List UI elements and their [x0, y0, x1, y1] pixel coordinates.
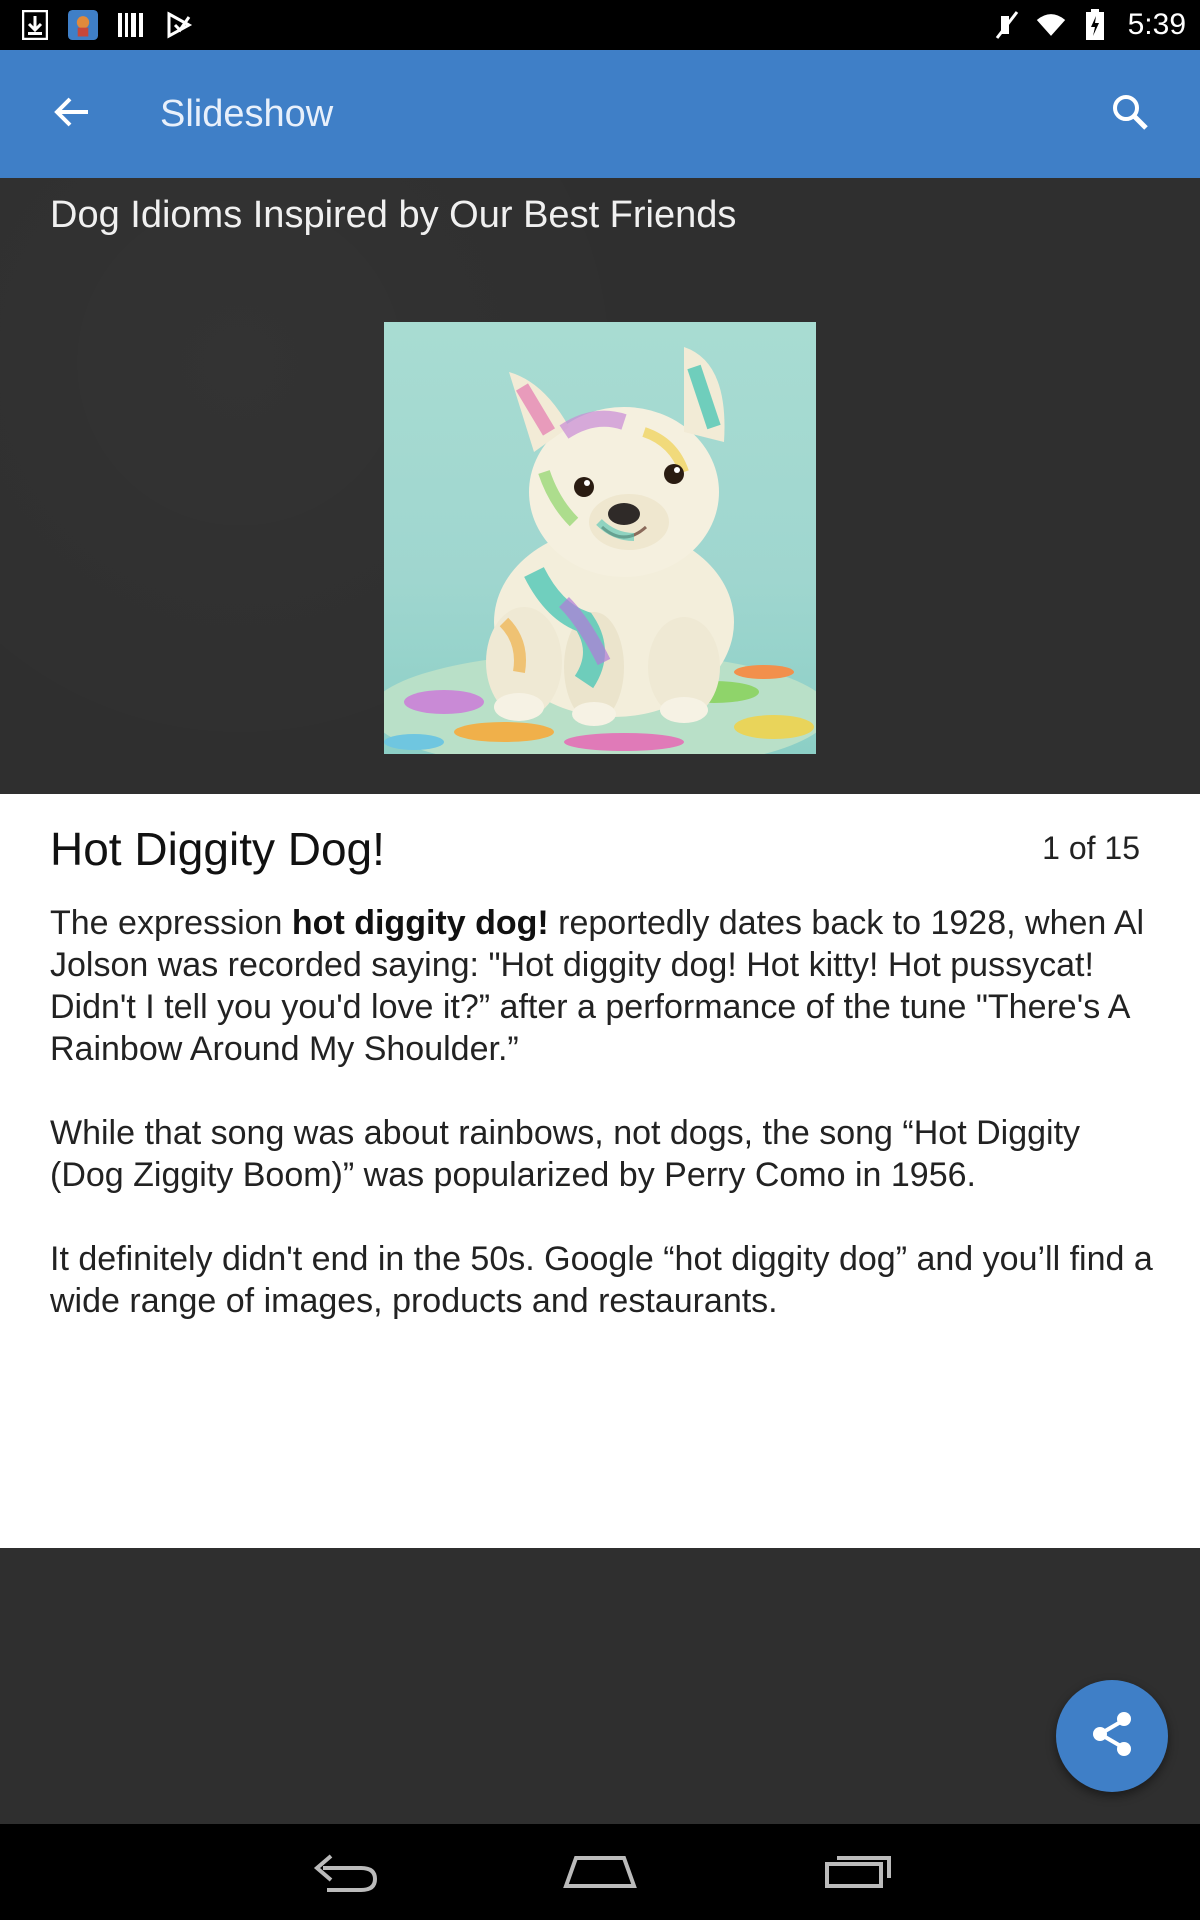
slide-image[interactable] [384, 322, 816, 754]
lower-background [0, 1548, 1200, 1824]
mute-icon [992, 10, 1022, 40]
download-icon [20, 10, 50, 40]
recents-nav-icon [823, 1850, 893, 1895]
recents-nav-button[interactable] [808, 1838, 908, 1906]
share-icon [1090, 1710, 1134, 1763]
status-time: 5:39 [1127, 8, 1186, 41]
search-icon [1111, 93, 1149, 136]
slide-paragraph-2: While that song was about rainbows, not … [50, 1114, 1081, 1194]
app-bar: Slideshow [0, 50, 1200, 178]
barcode-icon [116, 10, 146, 40]
slide-paragraph-3: It definitely didn't end in the 50s. Goo… [50, 1240, 1153, 1320]
search-button[interactable] [1094, 78, 1166, 150]
slideshow-hero: Dog Idioms Inspired by Our Best Friends [0, 178, 1200, 794]
slide-heading: Hot Diggity Dog! [50, 823, 385, 875]
status-right-icons: 5:39 [992, 8, 1186, 42]
paragraph-text: The expression [50, 904, 292, 942]
home-nav-button[interactable] [550, 1838, 650, 1906]
wifi-icon [1036, 10, 1066, 40]
share-button[interactable] [1056, 1680, 1168, 1792]
app-notification-icon [68, 10, 98, 40]
slide-body: The expression hot diggity dog! reported… [50, 902, 1160, 1364]
slide-content-card: Hot Diggity Dog! 1 of 15 The expression … [0, 794, 1200, 1548]
back-button[interactable] [36, 78, 108, 150]
back-nav-icon [309, 1848, 379, 1897]
play-store-icon [164, 10, 194, 40]
slide-paragraph-1: The expression hot diggity dog! reported… [50, 902, 1160, 1070]
app-title: Slideshow [160, 92, 334, 135]
puppy-illustration [384, 347, 816, 754]
slideshow-title: Dog Idioms Inspired by Our Best Friends [50, 194, 737, 236]
back-nav-button[interactable] [294, 1838, 394, 1906]
home-nav-icon [562, 1850, 638, 1895]
status-left-icons [20, 10, 194, 40]
status-bar: 5:39 [0, 0, 1200, 50]
arrow-back-icon [54, 96, 90, 133]
navigation-bar [0, 1824, 1200, 1920]
slide-counter: 1 of 15 [1042, 830, 1140, 866]
paragraph-bold-text: hot diggity dog! [291, 904, 549, 942]
battery-icon [1080, 9, 1110, 40]
